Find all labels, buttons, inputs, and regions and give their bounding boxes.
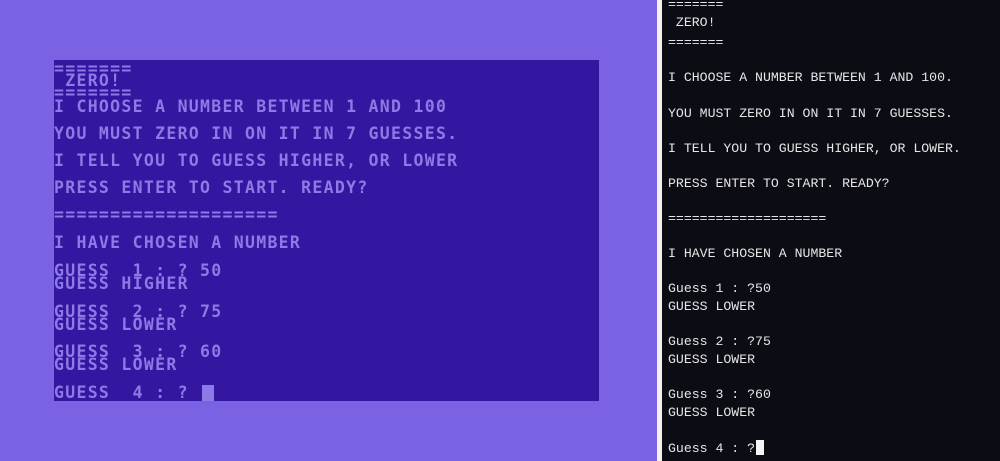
c64-line-intro-4: PRESS ENTER TO START. READY? [54, 178, 369, 197]
term-line-guess-3: Guess 3 : ?60 [668, 387, 771, 402]
c64-output: ======= ZERO! ======= I CHOOSE A NUMBER … [54, 60, 599, 401]
terminal-window[interactable]: ======= ZERO! ======= I CHOOSE A NUMBER … [662, 0, 1000, 461]
term-line-intro-1: I CHOOSE A NUMBER BETWEEN 1 AND 100. [668, 70, 953, 85]
c64-line-hint-3: GUESS LOWER [54, 355, 178, 374]
c64-emulator-border: ======= ZERO! ======= I CHOOSE A NUMBER … [0, 0, 657, 461]
c64-line-intro-2: YOU MUST ZERO IN ON IT IN 7 GUESSES. [54, 124, 459, 143]
app-root: ======= ZERO! ======= I CHOOSE A NUMBER … [0, 0, 1000, 461]
c64-cursor [202, 385, 215, 401]
c64-line-hint-1: GUESS HIGHER [54, 274, 189, 293]
term-line-title-rule-top: ======= [668, 0, 724, 12]
term-line-title-rule-bottom: ======= [668, 35, 724, 50]
terminal-output: ======= ZERO! ======= I CHOOSE A NUMBER … [668, 0, 961, 456]
c64-line-separator: ==================== [54, 205, 279, 224]
term-line-guess-1: Guess 1 : ?50 [668, 281, 771, 296]
term-line-title: ZERO! [668, 15, 716, 30]
term-input-row[interactable]: Guess 4 : ? [668, 440, 765, 456]
c64-line-intro-3: I TELL YOU TO GUESS HIGHER, OR LOWER [54, 151, 459, 170]
c64-line-chosen: I HAVE CHOSEN A NUMBER [54, 233, 302, 252]
term-cursor [756, 440, 765, 455]
term-line-hint-3: GUESS LOWER [668, 405, 756, 420]
c64-line-hint-2: GUESS LOWER [54, 315, 178, 334]
term-line-intro-4: PRESS ENTER TO START. READY? [668, 176, 890, 191]
term-prompt: Guess 4 : ? [668, 441, 756, 456]
term-line-intro-3: I TELL YOU TO GUESS HIGHER, OR LOWER. [668, 141, 961, 156]
c64-prompt: GUESS 4 : ? [54, 383, 201, 402]
term-line-hint-1: GUESS LOWER [668, 299, 756, 314]
term-line-guess-2: Guess 2 : ?75 [668, 334, 771, 349]
term-line-intro-2: YOU MUST ZERO IN ON IT IN 7 GUESSES. [668, 106, 953, 121]
term-line-hint-2: GUESS LOWER [668, 352, 756, 367]
c64-line-intro-1: I CHOOSE A NUMBER BETWEEN 1 AND 100 [54, 97, 448, 116]
c64-emulator-screen[interactable]: ======= ZERO! ======= I CHOOSE A NUMBER … [54, 60, 599, 401]
term-line-separator: ==================== [668, 211, 827, 226]
c64-input-row[interactable]: GUESS 4 : ? [54, 383, 215, 402]
term-line-chosen: I HAVE CHOSEN A NUMBER [668, 246, 843, 261]
